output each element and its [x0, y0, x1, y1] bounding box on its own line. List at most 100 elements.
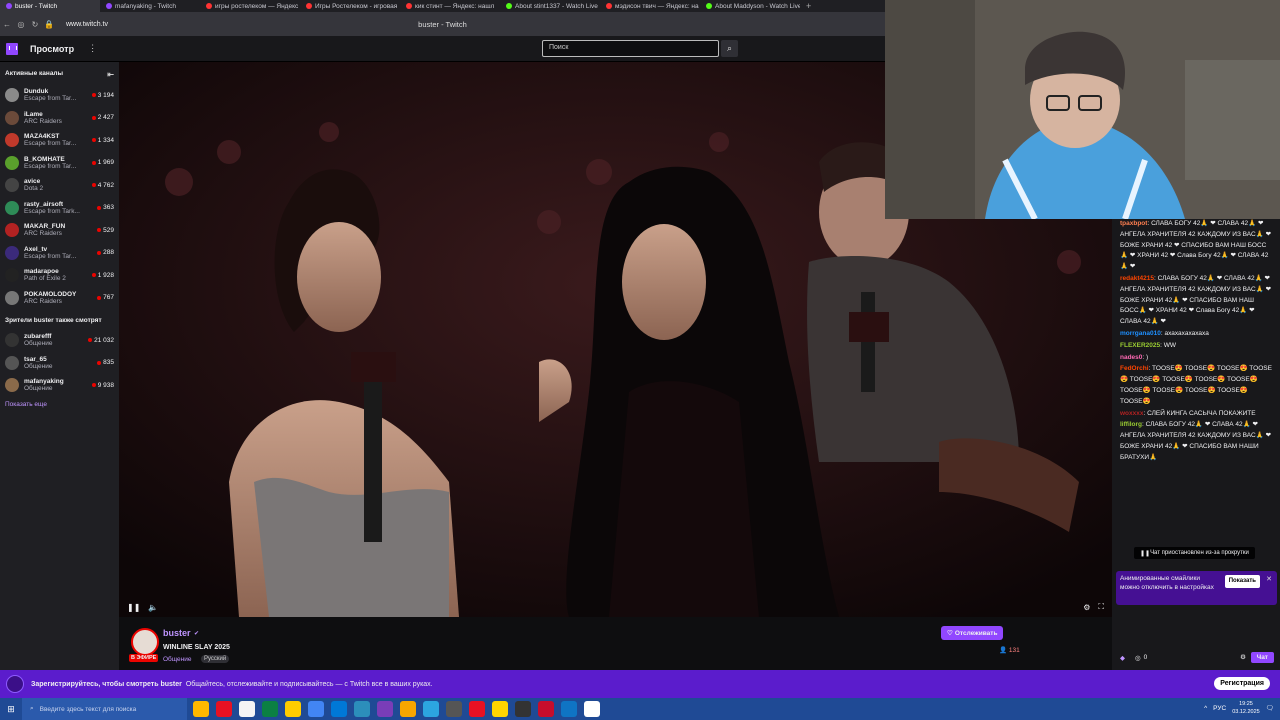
sidebar-channel[interactable]: MAZA4KST Escape from Tar... 1 334: [0, 129, 119, 152]
sidebar-channel[interactable]: rasty_airsoft Escape from Tark... 363: [0, 197, 119, 220]
chat-settings-icon[interactable]: ⚙: [1240, 653, 1246, 661]
collapse-sidebar-icon[interactable]: ⇤: [107, 70, 114, 79]
chat-paused-banner[interactable]: ❚❚ Чат приостановлен из-за прокрутки: [1134, 547, 1255, 559]
chat-username[interactable]: morrgana010: [1120, 330, 1161, 337]
taskbar-app-icon[interactable]: [423, 701, 439, 717]
taskbar-app-icon[interactable]: [492, 701, 508, 717]
browser-tab[interactable]: игры ростелеком — Яндекс: [200, 0, 300, 12]
sidebar-channel[interactable]: tsar_65 Общение 835: [0, 352, 119, 375]
taskbar-app-icon[interactable]: [515, 701, 531, 717]
browser-tab[interactable]: About stint1337 - Watch Live: [500, 0, 600, 12]
taskbar-app-icon[interactable]: [216, 701, 232, 717]
live-dot-icon: [91, 115, 96, 120]
browser-tab[interactable]: Игры Ростелеком - игровая: [300, 0, 400, 12]
taskbar-app-icon[interactable]: [193, 701, 209, 717]
channel-game: ARC Raiders: [24, 117, 62, 125]
more-menu-icon[interactable]: ⋮: [88, 43, 97, 54]
tray-arrow-icon[interactable]: ^: [1204, 705, 1207, 712]
show-more-link[interactable]: Показать еще: [0, 397, 119, 412]
taskbar-app-icon[interactable]: [354, 701, 370, 717]
channel-avatar: [5, 268, 19, 283]
chat-username[interactable]: FedOrchi: [1120, 365, 1149, 372]
language-tag[interactable]: Русский: [201, 655, 230, 663]
chat-username[interactable]: redakt4215: [1120, 275, 1154, 282]
channel-game: Dota 2: [24, 185, 44, 193]
taskbar-app-icon[interactable]: [331, 701, 347, 717]
taskbar-app-icon[interactable]: [561, 701, 577, 717]
viewer-count-value: 1 969: [97, 159, 114, 167]
history-icon[interactable]: ◎: [14, 20, 28, 29]
channel-name: tsar_65: [24, 355, 47, 363]
channel-avatar: [5, 333, 19, 348]
sidebar-channel[interactable]: iLame ARC Raiders 2 427: [0, 107, 119, 130]
taskbar-app-icon[interactable]: [285, 701, 301, 717]
notice-show-button[interactable]: Показать: [1224, 575, 1260, 588]
live-dot-icon: [91, 138, 96, 143]
taskbar-app-icon[interactable]: [308, 701, 324, 717]
taskbar-app-icon[interactable]: [262, 701, 278, 717]
chat-text: СЛЕЙ КИНГА САСЫЧА ПОКАЖИТЕ: [1147, 409, 1256, 417]
taskbar-app-icon[interactable]: [446, 701, 462, 717]
notifications-icon[interactable]: 🗨: [1266, 704, 1274, 712]
chat-messages: tpaxbpot: СЛАВА БОГУ 42🙏 ❤ СЛАВА 42🙏 ❤ А…: [1112, 219, 1280, 464]
volume-icon[interactable]: 🔈: [148, 603, 158, 612]
chat-username[interactable]: nades0: [1120, 354, 1142, 361]
pause-icon[interactable]: ❚❚: [127, 603, 140, 612]
reload-icon[interactable]: ↻: [28, 20, 42, 29]
sidebar-channel[interactable]: MAKAR_FUN ARC Raiders 529: [0, 219, 119, 242]
sidebar-channel[interactable]: madarapoe Path of Exile 2 1 928: [0, 264, 119, 287]
sidebar-channel[interactable]: POKAMOLODOY ARC Raiders 767: [0, 287, 119, 310]
settings-icon[interactable]: ⚙: [1083, 603, 1090, 612]
taskbar-search[interactable]: ⌕ Введите здесь текст для поиска: [22, 698, 187, 720]
browser-tab[interactable]: About Maddyson - Watch Live: [700, 0, 800, 12]
chat-username[interactable]: liffilorg: [1120, 421, 1142, 428]
channel-name: Axel_tv: [24, 245, 48, 253]
browser-tab[interactable]: buster - Twitch: [0, 0, 100, 12]
browser-tab[interactable]: кик стинт — Яндекс: нашл: [400, 0, 500, 12]
taskbar-app-icon[interactable]: [239, 701, 255, 717]
close-icon[interactable]: ✕: [1266, 575, 1272, 584]
streamer-name[interactable]: buster: [163, 628, 191, 638]
clock[interactable]: 19:25 03.12.2025: [1232, 700, 1260, 716]
taskbar-app-icon[interactable]: [584, 701, 600, 717]
points-icon[interactable]: ◎: [1135, 654, 1141, 662]
taskbar-app-icon[interactable]: [469, 701, 485, 717]
sidebar-channel[interactable]: mafanyaking Общение 9 938: [0, 374, 119, 397]
taskbar-app-icon[interactable]: [538, 701, 554, 717]
browser-tab[interactable]: мэдисон твич — Яндекс: на: [600, 0, 700, 12]
channel-name: mafanyaking: [24, 378, 64, 386]
twitch-logo-icon[interactable]: [6, 42, 18, 55]
channel-game: ARC Raiders: [24, 297, 62, 305]
search-icon[interactable]: ⌕: [721, 40, 738, 57]
chat-username[interactable]: woxxxx: [1120, 410, 1144, 417]
category-link[interactable]: Общение: [163, 656, 192, 663]
sidebar-channel[interactable]: avice Dota 2 4 762: [0, 174, 119, 197]
chat-username[interactable]: tpaxbpot: [1120, 220, 1147, 227]
keyboard-lang[interactable]: РУС: [1213, 705, 1226, 712]
new-tab-icon[interactable]: +: [800, 0, 817, 12]
banner-headline: Зарегистрируйтесь, чтобы смотреть buster: [31, 680, 182, 688]
chat-send-button[interactable]: Чат: [1250, 652, 1274, 663]
sidebar-channel[interactable]: B_KOMHATE Escape from Tar... 1 969: [0, 152, 119, 175]
browser-tab[interactable]: mafanyaking - Twitch: [100, 0, 200, 12]
streamer-avatar[interactable]: [131, 628, 159, 656]
fullscreen-icon[interactable]: ⛶: [1098, 602, 1104, 612]
back-icon[interactable]: ←: [0, 20, 14, 29]
chat-username[interactable]: FLEXER2025: [1120, 342, 1160, 349]
tab-favicon-icon: [406, 3, 412, 9]
channel-game: Escape from Tar...: [24, 95, 77, 103]
channel-avatar: [5, 200, 19, 215]
url-field[interactable]: www.twitch.tv: [66, 21, 108, 28]
browse-link[interactable]: Просмотр: [30, 44, 74, 54]
taskbar-app-icon[interactable]: [377, 701, 393, 717]
register-button[interactable]: Регистрация: [1214, 677, 1270, 690]
sidebar-channel[interactable]: Axel_tv Escape from Tar... 288: [0, 242, 119, 265]
pause-small-icon: ❚❚: [1140, 550, 1151, 557]
sidebar-channel[interactable]: Dunduk Escape from Tar... 3 194: [0, 84, 119, 107]
search-input[interactable]: Поиск: [542, 40, 719, 57]
sidebar-channel[interactable]: zubarefff Общение 21 032: [0, 329, 119, 352]
taskbar-app-icon[interactable]: [400, 701, 416, 717]
follow-button[interactable]: ♡ Отслеживать: [941, 626, 1004, 640]
bits-icon[interactable]: ◆: [1120, 654, 1125, 662]
windows-start-icon[interactable]: ⊞: [0, 704, 22, 715]
